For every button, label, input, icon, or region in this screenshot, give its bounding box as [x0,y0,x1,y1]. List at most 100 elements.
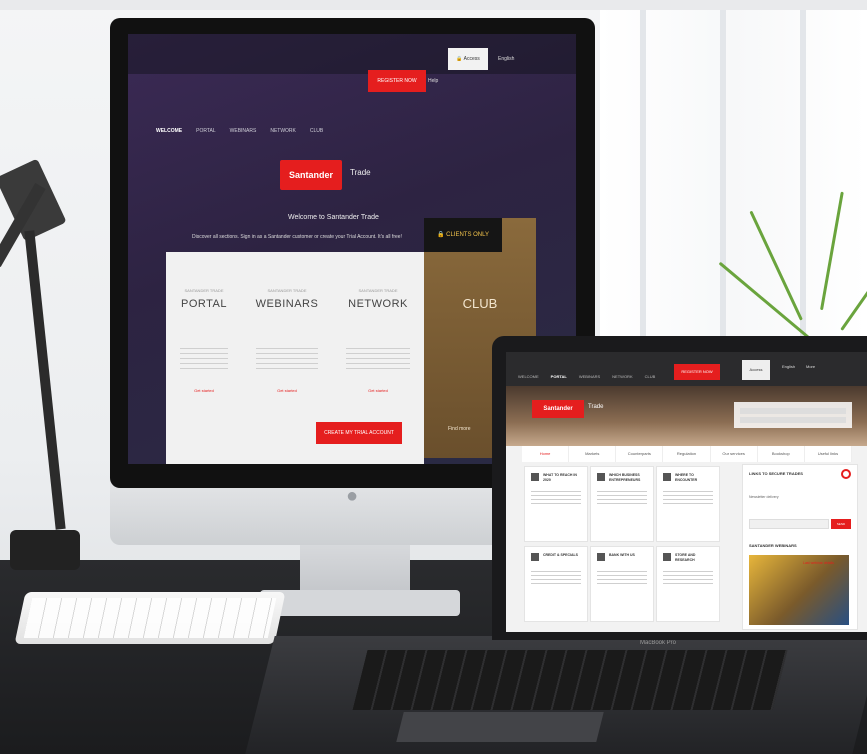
register-button[interactable]: REGISTER NOW [368,70,426,92]
nav-network[interactable]: NETWORK [270,128,296,134]
send-button[interactable]: SEND [831,519,851,529]
sidebar-subtitle: Newsletter delivery [749,495,779,499]
tile-title: WHERE TO ENCOUNTER [675,473,698,482]
doc-icon [531,473,539,481]
tile-text [597,571,647,587]
nav-network[interactable]: NETWORK [612,374,632,379]
panel-link[interactable]: Get started [332,388,424,393]
keyboard-keys [23,598,277,638]
tile[interactable]: WHERE TO ENCOUNTER [656,466,720,542]
sidebar-panel: LINKS TO SECURE TRADES Newsletter delive… [742,464,858,630]
nav-club[interactable]: CLUB [310,128,323,134]
lamp-base [10,530,80,570]
laptop-display: WELCOME PORTAL WEBINARS NETWORK CLUB REG… [492,336,867,640]
access-label: Access [463,56,480,62]
tile-title: WHICH BUSINESS ENTREPRENEURS [609,473,641,482]
target-icon[interactable] [841,469,851,479]
main-tabs: Home Markets Counterparts Regulation Our… [522,446,852,462]
nav-webinars[interactable]: WEBINARS [579,374,600,379]
nav-welcome[interactable]: WELCOME [156,128,182,134]
tab-services[interactable]: Our services [711,446,758,462]
tab-links[interactable]: Useful links [805,446,852,462]
plant [718,160,867,342]
tile-text [663,571,713,587]
tile-text [597,491,647,507]
tab-counterparts[interactable]: Counterparts [616,446,664,462]
clients-only-badge: 🔒 CLIENTS ONLY [424,218,502,252]
nav-welcome[interactable]: WELCOME [518,374,539,379]
apple-icon: ● [346,485,359,507]
welcome-subline: Discover all sections. Sign in as a Sant… [192,234,402,240]
panel-portal[interactable]: SANTANDER TRADE PORTAL Get started [166,252,242,464]
nav-webinars[interactable]: WEBINARS [230,128,257,134]
panel-kicker: SANTANDER TRADE [184,288,224,293]
nav-portal[interactable]: PORTAL [196,128,216,134]
panel-text [180,348,228,372]
plane-icon [597,553,605,561]
tile-text [663,491,713,507]
tile-title: BANK WITH US [609,553,635,557]
tile[interactable]: WHICH BUSINESS ENTREPRENEURS [590,466,654,542]
panel-kicker: SANTANDER TRADE [267,288,307,293]
lamp-post [24,230,66,530]
panel-link[interactable]: Get started [242,388,332,393]
tab-bookshop[interactable]: Bookshop [758,446,805,462]
welcome-heading: Welcome to Santander Trade [288,214,379,221]
create-trial-button[interactable]: CREATE MY TRIAL ACCOUNT [316,422,402,444]
panel-link[interactable]: Get started [166,388,242,393]
help-link[interactable]: Help [428,70,438,92]
imac-nav: WELCOME PORTAL WEBINARS NETWORK CLUB [156,128,323,134]
lock-icon: 🔒 [456,56,464,62]
laptop-label: MacBook Pro [640,640,677,646]
tab-markets[interactable]: Markets [569,446,617,462]
tile-title: CREDIT & SPECIALS [543,553,579,557]
language-selector[interactable]: English [498,48,514,70]
tile[interactable]: BANK WITH US [590,546,654,622]
club-link[interactable]: Find more [448,426,471,432]
webinar-caption[interactable]: Last webinar details [803,561,834,565]
santander-logo[interactable]: Santander [532,400,584,418]
tile[interactable]: STORE AND RESEARCH [656,546,720,622]
imac-foot [260,590,460,616]
factory-icon [663,473,671,481]
tile[interactable]: WHAT TO REACH IN 2020 [524,466,588,542]
sidebar-heading: LINKS TO SECURE TRADES [749,471,803,476]
access-button[interactable]: 🔒 Access [448,48,488,70]
card-icon [531,553,539,561]
tile-title: WHAT TO REACH IN 2020 [543,473,577,482]
search-box[interactable] [734,402,852,428]
keyboard [14,592,286,644]
panel-text [346,348,410,372]
tab-home[interactable]: Home [522,446,570,462]
panel-text [256,348,318,372]
laptop-keyboard [352,650,788,710]
webinar-image[interactable] [749,555,849,625]
panel-title: PORTAL [181,298,227,310]
tile-text [531,491,581,507]
top-strip [0,0,867,10]
brand-subtitle: Trade [350,168,371,177]
register-button[interactable]: REGISTER NOW [674,364,720,380]
santander-logo[interactable]: Santander [280,160,342,190]
nav-club[interactable]: CLUB [645,374,656,379]
nav-portal[interactable]: PORTAL [551,374,567,379]
webinars-heading: SANTANDER WEBINARS [749,543,797,548]
tile-text [531,571,581,587]
club-title: CLUB [462,296,498,311]
laptop-nav: WELCOME PORTAL WEBINARS NETWORK CLUB [518,374,655,379]
factory-icon [663,553,671,561]
language-selector[interactable]: English [782,364,795,369]
access-button[interactable]: Access [742,360,770,380]
panel-title: WEBINARS [255,298,319,310]
tab-regulation[interactable]: Regulation [663,446,711,462]
panel-kicker: SANTANDER TRADE [358,288,398,293]
brand-subtitle: Trade [588,404,604,410]
lock-icon: 🔒 [436,232,447,238]
panel-title: NETWORK [348,298,408,310]
tile-title: STORE AND RESEARCH [675,553,696,562]
newsletter-input[interactable] [749,519,829,529]
more-link[interactable]: More [806,364,815,369]
clients-only-label: CLIENTS ONLY [446,232,490,238]
laptop-screen: WELCOME PORTAL WEBINARS NETWORK CLUB REG… [506,352,867,632]
tile[interactable]: CREDIT & SPECIALS [524,546,588,622]
